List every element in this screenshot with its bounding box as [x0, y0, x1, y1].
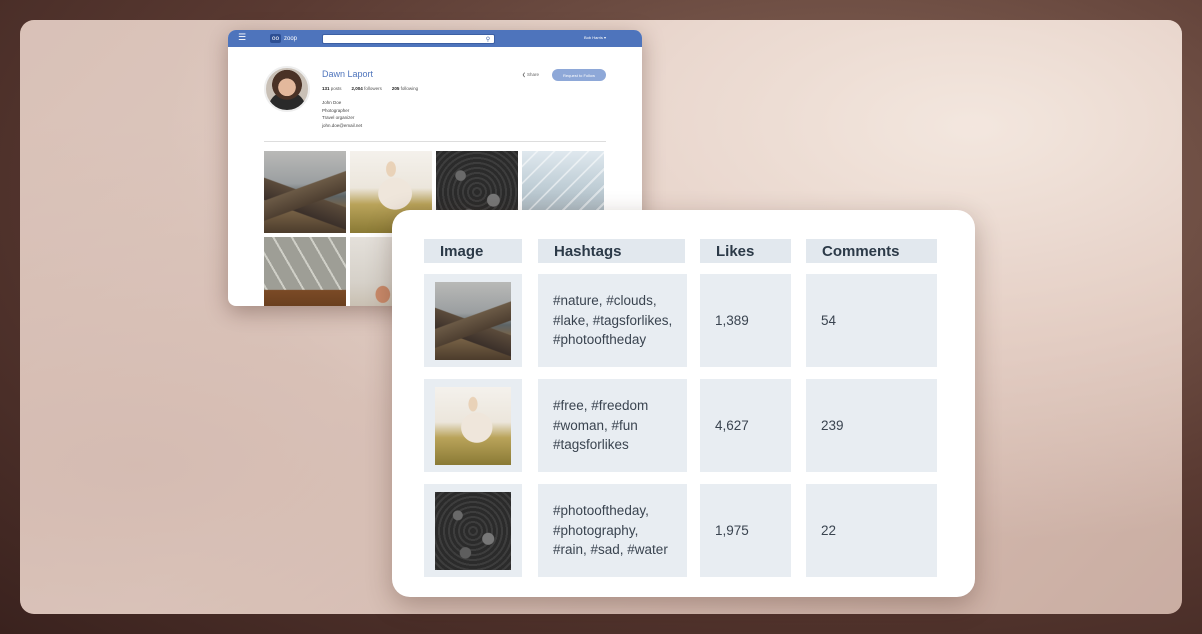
- user-menu[interactable]: Bob Harris ▾: [584, 35, 606, 40]
- search-icon[interactable]: ⚲: [482, 34, 494, 44]
- hashtag-table-card: Image Hashtags Likes Comments #nature, #…: [392, 210, 975, 597]
- table-row-image-cell: [424, 379, 522, 472]
- column-header-comments: Comments: [806, 239, 937, 263]
- hamburger-menu-icon[interactable]: ☰: [238, 34, 252, 43]
- rain-photo[interactable]: [435, 491, 511, 570]
- table-row-image-cell: [424, 274, 522, 367]
- hashtags-cell: #free, #freedom #woman, #fun #tagsforlik…: [538, 379, 687, 472]
- column-header-likes: Likes: [700, 239, 791, 263]
- column-header-hashtags: Hashtags: [538, 239, 685, 263]
- request-follow-button[interactable]: Request to Follow: [552, 69, 606, 81]
- profile-bio: John Doe Photographer Travel organizer j…: [322, 99, 362, 130]
- share-button[interactable]: ❮ Share: [522, 72, 539, 78]
- table-row-image-cell: [424, 484, 522, 577]
- likes-cell: 1,389: [700, 274, 791, 367]
- app-topbar: ☰ oo zoop ⚲ Bob Harris ▾: [228, 30, 642, 47]
- woman-field-photo[interactable]: [435, 386, 511, 465]
- column-header-image: Image: [424, 239, 522, 263]
- comments-cell: 54: [806, 274, 937, 367]
- divider: [264, 141, 606, 142]
- comments-cell: 239: [806, 379, 937, 472]
- followers-stat[interactable]: 2,004 followers: [352, 86, 382, 91]
- likes-cell: 1,975: [700, 484, 791, 577]
- avatar: [264, 66, 310, 112]
- likes-cell: 4,627: [700, 379, 791, 472]
- following-stat[interactable]: 205 following: [392, 86, 418, 91]
- profile-stats: 131 posts 2,004 followers 205 following: [322, 86, 418, 91]
- bio-line: Travel organizer: [322, 115, 355, 121]
- mountain-photo[interactable]: [435, 281, 511, 360]
- comments-cell: 22: [806, 484, 937, 577]
- grid-photo-triangle-facade[interactable]: [264, 237, 346, 306]
- grid-photo-mountain[interactable]: [264, 151, 346, 233]
- bio-line: john.doe@email.net: [322, 123, 363, 129]
- profile-name: Dawn Laport: [322, 69, 374, 79]
- logo-text: zoop: [284, 35, 298, 42]
- hashtags-cell: #photooftheday, #photography, #rain, #sa…: [538, 484, 687, 577]
- bio-line: Photographer: [322, 107, 350, 113]
- logo-badge-icon: oo: [270, 34, 281, 43]
- hashtags-cell: #nature, #clouds, #lake, #tagsforlikes, …: [538, 274, 687, 367]
- bio-name: John Doe: [322, 100, 342, 105]
- app-logo[interactable]: oo zoop: [270, 34, 297, 43]
- share-icon: ❮: [522, 72, 526, 77]
- posts-stat[interactable]: 131 posts: [322, 86, 342, 91]
- search-input[interactable]: ⚲: [322, 34, 495, 44]
